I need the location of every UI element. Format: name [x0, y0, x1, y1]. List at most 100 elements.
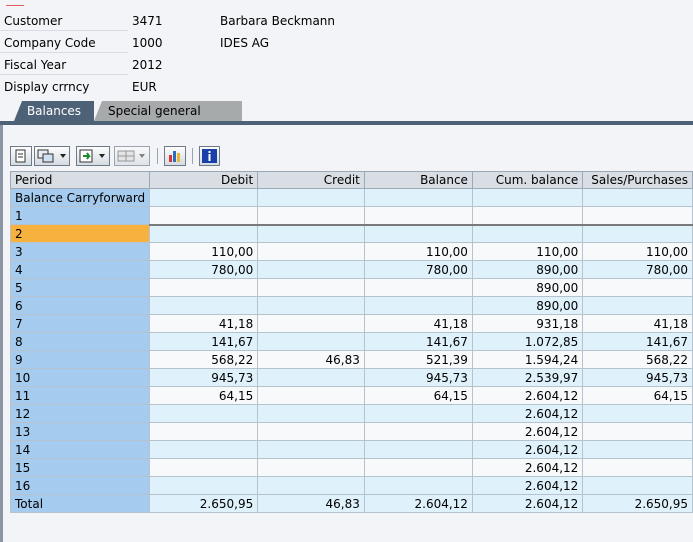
- credit-cell[interactable]: [257, 278, 365, 297]
- cum-cell[interactable]: 2.539,97: [471, 368, 584, 387]
- cum-cell[interactable]: 2.604,12: [471, 404, 584, 423]
- credit-cell[interactable]: [257, 296, 365, 315]
- table-row[interactable]: 2: [9, 223, 693, 243]
- table-row[interactable]: 9 568,22 46,83 521,39 1.594,24 568,22: [9, 350, 693, 369]
- credit-cell[interactable]: 46,83: [257, 350, 365, 369]
- debit-cell[interactable]: [149, 296, 259, 315]
- credit-cell[interactable]: [257, 242, 365, 261]
- period-cell[interactable]: 11: [9, 386, 151, 405]
- table-row[interactable]: 5 890,00: [9, 278, 693, 297]
- period-cell[interactable]: 16: [9, 476, 151, 495]
- balance-cell[interactable]: 110,00: [363, 242, 473, 261]
- period-cell[interactable]: Total: [9, 494, 151, 513]
- period-cell[interactable]: 13: [9, 422, 151, 441]
- cum-cell[interactable]: [471, 188, 584, 207]
- column-header-sales-purchases[interactable]: Sales/Purchases: [582, 171, 693, 189]
- table-row[interactable]: 8 141,67 141,67 1.072,85 141,67: [9, 332, 693, 351]
- credit-cell[interactable]: [257, 332, 365, 351]
- cum-cell[interactable]: 1.594,24: [471, 350, 584, 369]
- debit-cell[interactable]: 568,22: [149, 350, 259, 369]
- period-cell[interactable]: 12: [9, 404, 151, 423]
- balance-cell[interactable]: [363, 458, 473, 477]
- sales-cell[interactable]: [582, 223, 693, 243]
- column-header-balance[interactable]: Balance: [363, 171, 473, 189]
- sales-cell[interactable]: 64,15: [582, 386, 693, 405]
- credit-cell[interactable]: [257, 260, 365, 279]
- filter-button[interactable]: [34, 146, 70, 166]
- balance-cell[interactable]: 780,00: [363, 260, 473, 279]
- column-header-credit[interactable]: Credit: [257, 171, 365, 189]
- sales-cell[interactable]: 2.650,95: [582, 494, 693, 513]
- table-total-row[interactable]: Total 2.650,95 46,83 2.604,12 2.604,12 2.650,…: [9, 494, 693, 513]
- credit-cell[interactable]: [257, 368, 365, 387]
- period-cell[interactable]: Balance Carryforward: [9, 188, 151, 207]
- credit-cell[interactable]: [257, 206, 365, 225]
- credit-cell[interactable]: [257, 458, 365, 477]
- sales-cell[interactable]: 780,00: [582, 260, 693, 279]
- balance-cell[interactable]: 64,15: [363, 386, 473, 405]
- sales-cell[interactable]: [582, 206, 693, 225]
- period-cell[interactable]: 14: [9, 440, 151, 459]
- debit-cell[interactable]: 41,18: [149, 314, 259, 333]
- balance-cell[interactable]: [363, 404, 473, 423]
- sales-cell[interactable]: 568,22: [582, 350, 693, 369]
- cum-cell[interactable]: [471, 223, 584, 243]
- debit-cell[interactable]: 141,67: [149, 332, 259, 351]
- tab-special-general-ledger[interactable]: Special general ledger: [94, 101, 242, 121]
- cum-cell[interactable]: 2.604,12: [471, 476, 584, 495]
- period-cell[interactable]: 15: [9, 458, 151, 477]
- debit-cell[interactable]: [149, 278, 259, 297]
- period-cell[interactable]: 10: [9, 368, 151, 387]
- debit-cell[interactable]: 945,73: [149, 368, 259, 387]
- cum-cell[interactable]: 2.604,12: [471, 494, 584, 513]
- balance-cell[interactable]: 521,39: [363, 350, 473, 369]
- table-row[interactable]: 10 945,73 945,73 2.539,97 945,73: [9, 368, 693, 387]
- period-cell[interactable]: 7: [9, 314, 151, 333]
- cum-cell[interactable]: 931,18: [471, 314, 584, 333]
- cum-cell[interactable]: 890,00: [471, 296, 584, 315]
- sales-cell[interactable]: 945,73: [582, 368, 693, 387]
- sales-cell[interactable]: [582, 440, 693, 459]
- sales-cell[interactable]: [582, 404, 693, 423]
- credit-cell[interactable]: [257, 440, 365, 459]
- debit-cell[interactable]: 780,00: [149, 260, 259, 279]
- sales-cell[interactable]: [582, 422, 693, 441]
- period-cell[interactable]: 1: [9, 206, 151, 225]
- credit-cell[interactable]: [257, 314, 365, 333]
- credit-cell[interactable]: 46,83: [257, 494, 365, 513]
- table-row[interactable]: 7 41,18 41,18 931,18 41,18: [9, 314, 693, 333]
- balance-cell[interactable]: [363, 223, 473, 243]
- cum-cell[interactable]: 1.072,85: [471, 332, 584, 351]
- credit-cell[interactable]: [257, 188, 365, 207]
- cum-cell[interactable]: 2.604,12: [471, 440, 584, 459]
- debit-cell[interactable]: [149, 476, 259, 495]
- chart-button[interactable]: [164, 146, 186, 166]
- balance-cell[interactable]: [363, 188, 473, 207]
- table-row[interactable]: 3 110,00 110,00 110,00 110,00: [9, 242, 693, 261]
- table-row[interactable]: 16 2.604,12: [9, 476, 693, 495]
- table-row[interactable]: 11 64,15 64,15 2.604,12 64,15: [9, 386, 693, 405]
- cum-cell[interactable]: 890,00: [471, 260, 584, 279]
- cum-cell[interactable]: [471, 206, 584, 225]
- cum-cell[interactable]: 2.604,12: [471, 386, 584, 405]
- period-cell[interactable]: 9: [9, 350, 151, 369]
- credit-cell[interactable]: [257, 476, 365, 495]
- print-button[interactable]: [10, 146, 32, 166]
- balance-cell[interactable]: [363, 206, 473, 225]
- credit-cell[interactable]: [257, 386, 365, 405]
- debit-cell[interactable]: [149, 404, 259, 423]
- balance-cell[interactable]: 2.604,12: [363, 494, 473, 513]
- sales-cell[interactable]: [582, 476, 693, 495]
- layout-button[interactable]: [114, 146, 150, 166]
- table-row[interactable]: 15 2.604,12: [9, 458, 693, 477]
- cum-cell[interactable]: 110,00: [471, 242, 584, 261]
- debit-cell[interactable]: 2.650,95: [149, 494, 259, 513]
- column-header-period[interactable]: Period: [9, 171, 151, 189]
- debit-cell[interactable]: [149, 422, 259, 441]
- balance-cell[interactable]: [363, 476, 473, 495]
- period-cell[interactable]: 4: [9, 260, 151, 279]
- credit-cell[interactable]: [257, 422, 365, 441]
- cum-cell[interactable]: 2.604,12: [471, 422, 584, 441]
- period-cell[interactable]: 3: [9, 242, 151, 261]
- tab-balances[interactable]: Balances: [14, 101, 94, 121]
